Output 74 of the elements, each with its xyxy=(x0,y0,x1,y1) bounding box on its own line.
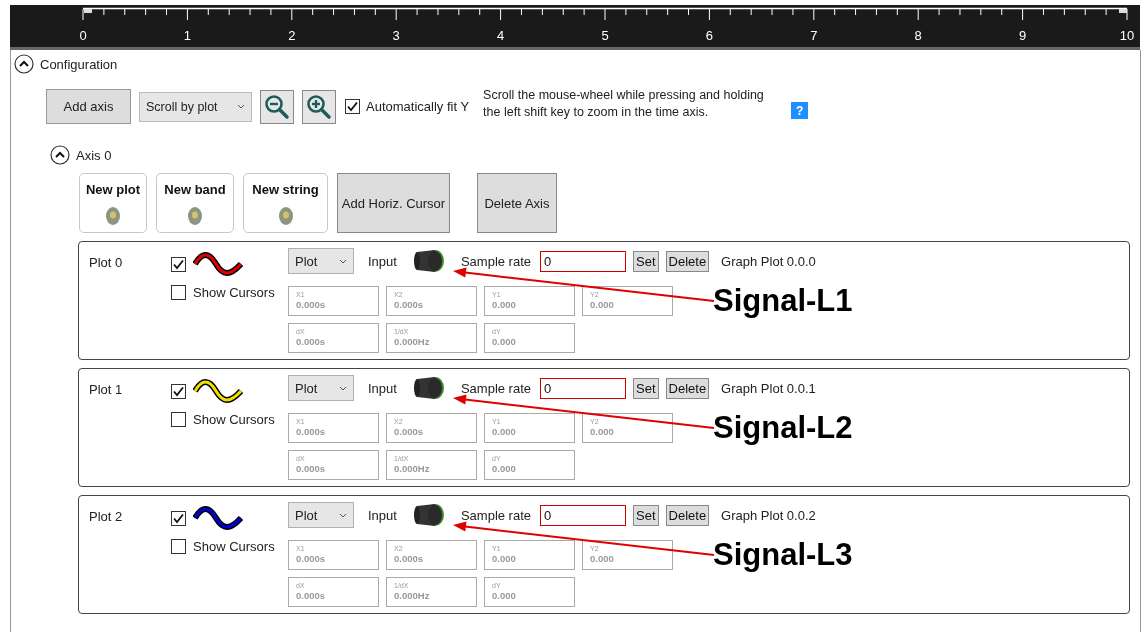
checkbox-label: Show Cursors xyxy=(193,539,275,554)
delete-button[interactable]: Delete xyxy=(665,504,710,526)
checkbox[interactable] xyxy=(171,412,186,427)
delete-button[interactable]: Delete xyxy=(665,377,710,399)
tick-label: 2 xyxy=(288,28,296,43)
set-button[interactable]: Set xyxy=(633,250,659,272)
plot-name: Plot 2 xyxy=(89,508,124,526)
tick-label: 3 xyxy=(392,28,400,43)
collapse-icon[interactable] xyxy=(14,54,34,74)
set-button[interactable]: Set xyxy=(633,504,659,526)
help-button[interactable]: ? xyxy=(791,102,809,119)
input-label: Input xyxy=(368,507,397,523)
checkbox[interactable] xyxy=(171,256,186,272)
tick-label: 4 xyxy=(497,28,505,43)
plot-name: Plot 1 xyxy=(89,381,124,399)
sample-rate-label: Sample rate xyxy=(460,507,531,523)
checkbox[interactable] xyxy=(171,510,186,526)
graph-label: Graph Plot 0.0.2 xyxy=(721,507,816,523)
checkbox[interactable] xyxy=(171,383,186,399)
sample-rate-input[interactable]: 0 xyxy=(540,250,626,272)
plot-type-dropdown[interactable]: Plot xyxy=(288,375,354,401)
tick-label: 7 xyxy=(810,28,818,43)
annotation-label: Signal-L2 xyxy=(713,410,853,446)
annotation-label: Signal-L1 xyxy=(713,283,853,319)
set-button[interactable]: Set xyxy=(633,377,659,399)
plot-type-dropdown[interactable]: Plot xyxy=(288,502,354,528)
new-item-button[interactable]: New band xyxy=(156,173,234,233)
caret-icon xyxy=(339,512,347,518)
collapse-icon[interactable] xyxy=(50,145,70,165)
caret-icon xyxy=(339,258,347,264)
new-item-button[interactable]: New string xyxy=(243,173,328,233)
checkbox-label: Show Cursors xyxy=(193,412,275,427)
checkbox-label: Show Cursors xyxy=(193,285,275,300)
add-axis-button[interactable]: Add axis xyxy=(46,89,131,124)
section-title: Configuration xyxy=(40,56,118,72)
sample-rate-input[interactable]: 0 xyxy=(540,377,626,399)
checkbox[interactable] xyxy=(171,285,186,300)
graph-label: Graph Plot 0.0.0 xyxy=(721,253,816,269)
delete-button[interactable]: Delete xyxy=(665,250,710,272)
sample-rate-label: Sample rate xyxy=(460,253,531,269)
plot-type-dropdown[interactable]: Plot xyxy=(288,248,354,274)
checkbox[interactable] xyxy=(171,539,186,554)
annotation-label: Signal-L3 xyxy=(713,537,853,573)
knob-icon[interactable] xyxy=(412,503,446,527)
new-item-button[interactable]: New plot xyxy=(79,173,147,233)
tick-label: 9 xyxy=(1019,28,1027,43)
caret-icon xyxy=(339,385,347,391)
axis-title: Axis 0 xyxy=(76,147,112,163)
knob-icon[interactable] xyxy=(412,376,446,400)
tick-label: 1 xyxy=(183,28,191,43)
graph-label: Graph Plot 0.0.1 xyxy=(721,380,816,396)
tick-label: 8 xyxy=(914,28,922,43)
tick-label: 6 xyxy=(705,28,713,43)
disk-icon xyxy=(105,206,121,226)
input-label: Input xyxy=(368,253,397,269)
input-label: Input xyxy=(368,380,397,396)
zoom-in-button[interactable] xyxy=(302,89,336,124)
sample-rate-input[interactable]: 0 xyxy=(540,504,626,526)
axis-action-button[interactable]: Add Horiz. Cursor xyxy=(337,173,450,233)
plot-name: Plot 0 xyxy=(89,254,124,272)
disk-icon xyxy=(187,206,203,226)
tick-label: 10 xyxy=(1119,28,1135,43)
scroll-mode-dropdown[interactable]: Scroll by plot xyxy=(139,91,252,122)
checkbox-label: Automatically fit Y xyxy=(366,99,470,114)
sample-rate-label: Sample rate xyxy=(460,380,531,396)
hint-text: Scroll the mouse-wheel while pressing and holding the left shift key to zoom in the time axis. xyxy=(483,86,765,121)
disk-icon xyxy=(277,206,294,226)
tick-label: 5 xyxy=(601,28,609,43)
zoom-out-button[interactable] xyxy=(260,89,294,124)
caret-icon xyxy=(237,104,245,109)
knob-icon[interactable] xyxy=(412,249,446,273)
axis-action-button[interactable]: Delete Axis xyxy=(477,173,557,233)
tick-label: 0 xyxy=(79,28,87,43)
checkbox[interactable] xyxy=(345,99,360,114)
